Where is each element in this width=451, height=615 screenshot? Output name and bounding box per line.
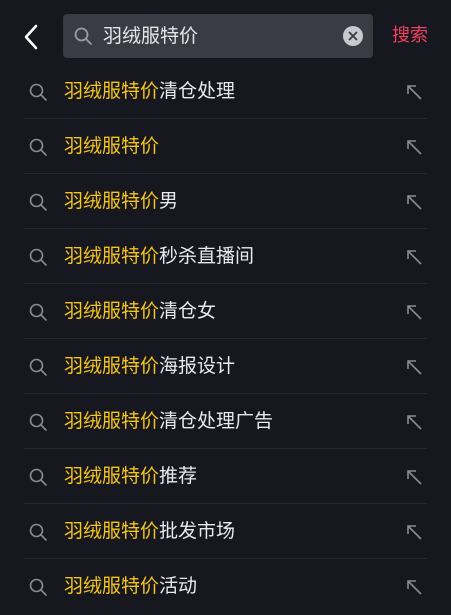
suggestion-highlight: 羽绒服特价 [64, 245, 160, 267]
suggestion-suffix: 清仓处理 [159, 80, 236, 102]
arrow-up-left-icon[interactable] [404, 192, 424, 212]
suggestion-item[interactable]: 羽绒服特价活动 [0, 559, 451, 614]
arrow-up-left-icon[interactable] [404, 302, 424, 322]
search-icon [29, 248, 47, 266]
suggestion-item[interactable]: 羽绒服特价秒杀直播间 [0, 229, 451, 284]
search-icon [29, 193, 47, 211]
suggestion-item[interactable]: 羽绒服特价推荐 [0, 449, 451, 504]
suggestion-item[interactable]: 羽绒服特价海报设计 [0, 339, 451, 394]
suggestion-text: 羽绒服特价清仓处理广告 [64, 394, 273, 449]
arrow-up-left-icon[interactable] [404, 247, 424, 267]
suggestion-list: 羽绒服特价清仓处理 羽绒服特价 羽绒服特价男 羽绒服特价秒杀直播间 羽绒服特价清… [0, 64, 451, 614]
suggestion-text: 羽绒服特价海报设计 [64, 339, 235, 394]
suggestion-suffix: 清仓女 [159, 300, 217, 322]
search-button[interactable]: 搜索 [392, 22, 428, 50]
suggestion-text: 羽绒服特价活动 [64, 559, 197, 614]
suggestion-text: 羽绒服特价秒杀直播间 [64, 229, 254, 284]
arrow-up-left-icon[interactable] [404, 467, 424, 487]
suggestion-suffix: 清仓处理广告 [159, 410, 274, 432]
suggestion-highlight: 羽绒服特价 [64, 300, 160, 322]
arrow-up-left-icon[interactable] [404, 522, 424, 542]
search-icon [29, 138, 47, 156]
search-icon [29, 303, 47, 321]
clear-icon [348, 31, 358, 41]
suggestion-highlight: 羽绒服特价 [64, 80, 160, 102]
suggestion-text: 羽绒服特价推荐 [64, 449, 197, 504]
arrow-up-left-icon[interactable] [404, 82, 424, 102]
suggestion-highlight: 羽绒服特价 [64, 190, 160, 212]
suggestion-item[interactable]: 羽绒服特价 [0, 119, 451, 174]
suggestion-highlight: 羽绒服特价 [64, 410, 160, 432]
back-button[interactable] [14, 20, 48, 54]
search-icon [29, 468, 47, 486]
suggestion-highlight: 羽绒服特价 [64, 575, 160, 597]
arrow-up-left-icon[interactable] [404, 137, 424, 157]
suggestion-highlight: 羽绒服特价 [64, 135, 160, 157]
clear-button[interactable] [343, 26, 363, 46]
arrow-up-left-icon[interactable] [404, 577, 424, 597]
arrow-up-left-icon[interactable] [404, 412, 424, 432]
search-icon [29, 578, 47, 596]
suggestion-item[interactable]: 羽绒服特价清仓女 [0, 284, 451, 339]
suggestion-suffix: 海报设计 [159, 355, 236, 377]
suggestion-highlight: 羽绒服特价 [64, 355, 160, 377]
suggestion-suffix: 男 [159, 190, 179, 212]
suggestion-suffix: 活动 [159, 575, 198, 597]
suggestion-text: 羽绒服特价批发市场 [64, 504, 235, 559]
suggestion-text: 羽绒服特价清仓处理 [64, 64, 235, 119]
search-header: 羽绒服特价 搜索 [0, 0, 451, 64]
search-icon [29, 413, 47, 431]
search-icon [29, 83, 47, 101]
search-icon [74, 27, 92, 45]
suggestion-suffix: 推荐 [159, 465, 198, 487]
search-field[interactable]: 羽绒服特价 [63, 14, 373, 58]
suggestion-text: 羽绒服特价男 [64, 174, 178, 229]
suggestion-text: 羽绒服特价清仓女 [64, 284, 216, 339]
suggestion-item[interactable]: 羽绒服特价清仓处理广告 [0, 394, 451, 449]
suggestion-item[interactable]: 羽绒服特价男 [0, 174, 451, 229]
chevron-left-icon [24, 24, 38, 50]
suggestion-item[interactable]: 羽绒服特价批发市场 [0, 504, 451, 559]
arrow-up-left-icon[interactable] [404, 357, 424, 377]
suggestion-highlight: 羽绒服特价 [64, 465, 160, 487]
search-input[interactable]: 羽绒服特价 [103, 14, 198, 58]
suggestion-suffix: 批发市场 [159, 520, 236, 542]
suggestion-highlight: 羽绒服特价 [64, 520, 160, 542]
suggestion-item[interactable]: 羽绒服特价清仓处理 [0, 64, 451, 119]
suggestion-text: 羽绒服特价 [64, 119, 159, 174]
search-icon [29, 358, 47, 376]
search-screen: 羽绒服特价 搜索 羽绒服特价清仓处理 羽绒服特价 羽绒服特价男 羽绒服特价秒杀直… [0, 0, 451, 615]
suggestion-suffix: 秒杀直播间 [159, 245, 255, 267]
search-icon [29, 523, 47, 541]
